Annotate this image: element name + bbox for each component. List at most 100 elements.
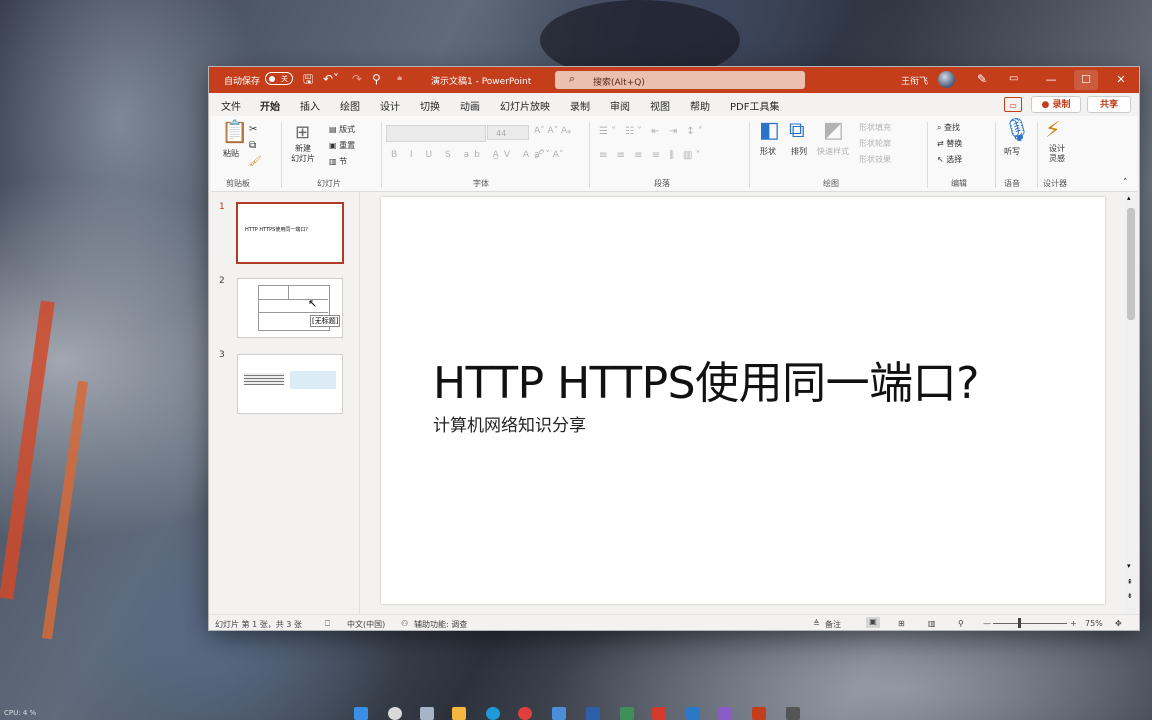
new-slide-icon[interactable]: ⊞: [295, 122, 310, 144]
scrollbar-thumb[interactable]: [1127, 208, 1135, 320]
shapes-label[interactable]: 形状: [760, 146, 776, 157]
save-icon[interactable]: 🖫: [303, 72, 313, 86]
spellcheck-icon[interactable]: ⎕: [325, 619, 330, 629]
language-status[interactable]: 中文(中国): [347, 619, 385, 630]
font-size-change-icons[interactable]: A˄ A˅ Aᵩ: [534, 126, 571, 136]
list-icons[interactable]: ☰˅ ☷˅ ⇤ ⇥ ↕˅: [599, 126, 706, 137]
maximize-button[interactable]: ☐: [1074, 70, 1098, 90]
section-button[interactable]: ▥ 节: [329, 156, 347, 167]
quick-styles-icon[interactable]: ◩: [823, 120, 844, 142]
fit-to-window-icon[interactable]: ✥: [1115, 619, 1122, 628]
normal-view-icon[interactable]: ▣: [866, 617, 880, 628]
designer-ideas-label[interactable]: 设计 灵感: [1049, 144, 1065, 164]
app-icon[interactable]: [718, 707, 732, 720]
replace-button[interactable]: ⇄ 替换: [937, 138, 962, 149]
scroll-down-icon[interactable]: ▾: [1127, 562, 1131, 570]
file-explorer-icon[interactable]: [452, 707, 466, 720]
ribbon-display-icon[interactable]: ▭: [1009, 72, 1018, 86]
store-icon[interactable]: [552, 707, 566, 720]
close-button[interactable]: ✕: [1109, 70, 1133, 90]
paste-icon[interactable]: 📋: [221, 122, 248, 144]
record-button[interactable]: ● 录制: [1031, 96, 1081, 113]
slide-thumbnail-1[interactable]: HTTP HTTPS使用同一端口?: [236, 202, 344, 264]
search-box[interactable]: ⌕ 搜索(Alt+Q): [555, 71, 805, 89]
slide-thumbnail-3[interactable]: [237, 354, 343, 414]
vscode-icon[interactable]: [686, 707, 700, 720]
paste-label[interactable]: 粘贴: [223, 148, 239, 159]
customize-toolbar-icon[interactable]: ⩧: [397, 72, 402, 86]
tab-design[interactable]: 设计: [380, 98, 400, 113]
reset-button[interactable]: ▣ 重置: [329, 140, 355, 151]
app-icon[interactable]: [786, 707, 800, 720]
redo-icon[interactable]: ↷: [352, 72, 362, 86]
select-button[interactable]: ↖ 选择: [937, 154, 962, 165]
dictate-label[interactable]: 听写: [1004, 146, 1020, 157]
arrange-label[interactable]: 排列: [791, 146, 807, 157]
copy-icon[interactable]: ⧉: [249, 140, 256, 151]
new-slide-label[interactable]: 新建 幻灯片: [291, 144, 315, 164]
tab-view[interactable]: 视图: [650, 98, 670, 113]
slide-subtitle[interactable]: 计算机网络知识分享: [433, 411, 586, 436]
tab-draw[interactable]: 绘图: [340, 98, 360, 113]
previous-slide-icon[interactable]: ⇞: [1127, 578, 1133, 586]
notes-button[interactable]: 备注: [825, 619, 841, 630]
accessibility-status[interactable]: 辅助功能: 调查: [414, 619, 467, 630]
tab-insert[interactable]: 插入: [300, 98, 320, 113]
zoom-out-icon[interactable]: —: [983, 619, 991, 628]
app-icon[interactable]: [620, 707, 634, 720]
avatar[interactable]: [938, 71, 955, 88]
present-icon[interactable]: ⚲: [372, 72, 381, 86]
netease-music-icon[interactable]: [652, 707, 666, 720]
chrome-icon[interactable]: [518, 707, 532, 720]
next-slide-icon[interactable]: ⇟: [1127, 592, 1133, 600]
align-icons[interactable]: ≡ ≡ ≡ ≡ ⫼ ▥˅: [599, 150, 703, 161]
undo-icon[interactable]: ↶˅: [323, 72, 339, 86]
terminal-icon[interactable]: [586, 707, 600, 720]
find-button[interactable]: ⌕ 查找: [937, 122, 960, 133]
slide-title[interactable]: HTTP HTTPS使用同一端口?: [433, 347, 979, 411]
cut-icon[interactable]: ✂: [249, 124, 257, 135]
pen-icon[interactable]: ✎: [977, 72, 987, 86]
reading-view-icon[interactable]: ▥: [928, 619, 936, 628]
format-painter-icon[interactable]: 🖌: [249, 156, 262, 167]
share-button[interactable]: 共享: [1087, 96, 1131, 113]
powerpoint-taskbar-icon[interactable]: [752, 707, 766, 720]
designer-icon[interactable]: ⚡: [1045, 120, 1060, 142]
start-icon[interactable]: [354, 707, 368, 720]
zoom-slider-thumb[interactable]: [1018, 618, 1021, 628]
vertical-scrollbar[interactable]: ▴ ▾ ⇞ ⇟: [1125, 192, 1137, 616]
font-format-icons[interactable]: B I U S ab A̲V Aa: [391, 150, 545, 160]
tab-record[interactable]: 录制: [570, 98, 590, 113]
slide-canvas[interactable]: HTTP HTTPS使用同一端口? 计算机网络知识分享: [381, 197, 1105, 604]
slide-thumbnail-2[interactable]: [无标题] ↖: [237, 278, 343, 338]
search-icon[interactable]: [388, 707, 402, 720]
task-view-icon[interactable]: [420, 707, 434, 720]
comments-button[interactable]: ▭: [1004, 97, 1022, 112]
tab-animations[interactable]: 动画: [460, 98, 480, 113]
zoom-slider[interactable]: [993, 623, 1067, 624]
tab-home[interactable]: 开始: [260, 98, 280, 118]
microphone-icon[interactable]: 🎙: [1003, 120, 1031, 142]
minimize-button[interactable]: —: [1039, 70, 1063, 90]
font-name-box[interactable]: [386, 125, 486, 142]
shape-outline-label[interactable]: 形状轮廓: [859, 138, 891, 149]
arrange-icon[interactable]: ⧉: [789, 120, 805, 142]
tab-file[interactable]: 文件: [221, 98, 241, 113]
shape-fill-label[interactable]: 形状填充: [859, 122, 891, 133]
user-name[interactable]: 王衔飞: [901, 74, 928, 87]
shape-effects-label[interactable]: 形状效果: [859, 154, 891, 165]
tab-pdf-tools[interactable]: PDF工具集: [730, 98, 779, 113]
font-size-box[interactable]: 44: [487, 125, 529, 140]
shapes-icon[interactable]: ◧: [759, 120, 780, 142]
zoom-level[interactable]: 75%: [1085, 619, 1103, 628]
highlight-color-icons[interactable]: 🖊˅ A˅: [534, 150, 563, 160]
quick-styles-label[interactable]: 快速样式: [817, 146, 849, 157]
edge-icon[interactable]: [486, 707, 500, 720]
tab-review[interactable]: 审阅: [610, 98, 630, 113]
layout-button[interactable]: ▤ 版式: [329, 124, 355, 135]
autosave-toggle[interactable]: 关: [265, 72, 293, 85]
tab-slideshow[interactable]: 幻灯片放映: [500, 98, 550, 113]
slideshow-icon[interactable]: ⚲: [958, 619, 964, 628]
tab-transitions[interactable]: 切换: [420, 98, 440, 113]
tab-help[interactable]: 帮助: [690, 98, 710, 113]
